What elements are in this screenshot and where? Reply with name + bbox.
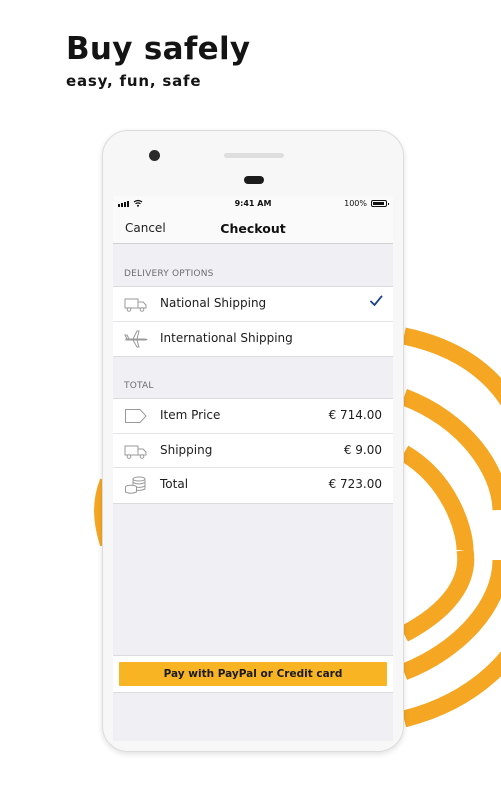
pay-button[interactable]: Pay with PayPal or Credit card (119, 662, 387, 686)
nav-bar: Cancel Checkout (113, 212, 393, 244)
item-price-value: € 714.00 (328, 408, 382, 422)
delivery-options-list: National Shipping International Shipping (113, 286, 393, 357)
proximity-sensor (244, 176, 264, 184)
delivery-options-header: DELIVERY OPTIONS (124, 269, 214, 279)
total-value: € 723.00 (328, 477, 382, 491)
promo-subline: easy, fun, safe (66, 72, 202, 90)
price-tag-icon (125, 409, 147, 423)
total-row: Total € 723.00 (113, 468, 393, 503)
delivery-option-national[interactable]: National Shipping (113, 287, 393, 322)
item-price-label: Item Price (160, 408, 221, 422)
promo-headline: Buy safely (66, 31, 251, 67)
front-camera (149, 150, 160, 161)
shipping-row: Shipping € 9.00 (113, 434, 393, 468)
page-title: Checkout (220, 221, 286, 236)
delivery-option-label: International Shipping (160, 330, 293, 345)
battery-icon (371, 200, 389, 207)
item-price-row: Item Price € 714.00 (113, 399, 393, 434)
phone-frame: 9:41 AM 100% Cancel Checkout DELIVERY OP… (102, 130, 404, 752)
airplane-icon (124, 330, 148, 347)
battery-percent: 100% (344, 199, 367, 208)
truck-icon (124, 445, 147, 459)
total-list: Item Price € 714.00 Shipping € 9.00 Tota… (113, 398, 393, 504)
delivery-option-label: National Shipping (160, 296, 267, 310)
checkout-screen: 9:41 AM 100% Cancel Checkout DELIVERY OP… (113, 196, 393, 741)
shipping-label: Shipping (160, 442, 213, 457)
pay-section: Pay with PayPal or Credit card (113, 655, 393, 693)
total-label: Total (160, 477, 189, 491)
status-bar: 9:41 AM 100% (113, 196, 393, 212)
truck-icon (124, 298, 147, 312)
total-header: TOTAL (124, 381, 154, 391)
coins-icon (125, 476, 146, 494)
checkmark-icon (370, 295, 383, 306)
delivery-option-international[interactable]: International Shipping (113, 322, 393, 357)
earpiece-speaker (224, 153, 284, 158)
shipping-value: € 9.00 (343, 442, 382, 457)
